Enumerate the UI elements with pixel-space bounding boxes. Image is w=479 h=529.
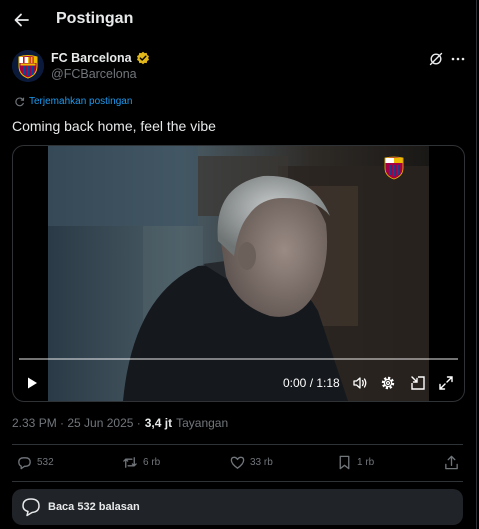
- barcelona-watermark: [384, 156, 404, 180]
- divider-top: [12, 444, 463, 445]
- picture-in-picture-button[interactable]: [409, 374, 427, 392]
- grok-button[interactable]: [428, 51, 444, 67]
- post-text: Coming back home, feel the vibe: [12, 118, 216, 134]
- repost-icon: [123, 457, 137, 468]
- video-time: 0:00 / 1:18: [283, 376, 340, 390]
- share-icon: [445, 455, 458, 470]
- volume-icon: [353, 377, 367, 389]
- barcelona-crest-logo: [12, 50, 44, 82]
- video-progress-bar[interactable]: [19, 358, 458, 360]
- volume-button[interactable]: [351, 374, 369, 392]
- author-handle[interactable]: @FCBarcelona: [51, 67, 137, 81]
- views-label: Tayangan: [176, 416, 229, 430]
- translate-icon: [15, 97, 25, 107]
- like-button[interactable]: 33 rb: [229, 454, 273, 471]
- reply-icon: [18, 457, 31, 470]
- read-replies-button[interactable]: Baca 532 balasan: [12, 489, 463, 525]
- fullscreen-button[interactable]: [437, 374, 455, 392]
- grok-icon: [429, 52, 443, 66]
- bookmark-icon: [339, 455, 350, 470]
- fullscreen-icon: [439, 376, 453, 390]
- repost-button[interactable]: 6 rb: [121, 454, 160, 471]
- settings-icon: [381, 376, 395, 390]
- repost-count: 6 rb: [143, 457, 161, 468]
- verified-badge-icon: [136, 51, 149, 65]
- reply-count: 532: [37, 457, 54, 468]
- avatar[interactable]: [12, 50, 44, 82]
- author-name-row[interactable]: FC Barcelona: [51, 51, 150, 65]
- translate-link[interactable]: Terjemahkan postingan: [14, 96, 132, 107]
- picture-in-picture-icon: [411, 376, 425, 390]
- read-replies-label[interactable]: Baca 532 balasan: [48, 501, 140, 513]
- translate-label[interactable]: Terjemahkan postingan: [29, 96, 132, 107]
- divider-bottom: [12, 481, 463, 482]
- like-icon: [230, 456, 245, 469]
- column-border: [476, 0, 477, 529]
- video-frame[interactable]: [48, 146, 429, 401]
- top-bar: Postingan: [0, 0, 476, 40]
- share-button[interactable]: [443, 454, 460, 471]
- author-name[interactable]: FC Barcelona: [51, 51, 132, 65]
- reply-button[interactable]: 532: [16, 454, 54, 471]
- video-still-image: [48, 146, 429, 401]
- play-button[interactable]: [23, 374, 41, 392]
- play-icon: [28, 377, 37, 389]
- back-button[interactable]: [12, 10, 32, 30]
- bookmark-button[interactable]: 1 rb: [336, 454, 374, 471]
- chat-bubble-icon: [22, 498, 40, 517]
- video-player[interactable]: 0:00 / 1:18: [12, 145, 465, 402]
- settings-button[interactable]: [379, 374, 397, 392]
- more-button[interactable]: [450, 51, 466, 67]
- page-title: Postingan: [56, 10, 134, 27]
- back-arrow-icon: [14, 13, 29, 27]
- post-meta: 2.33 PM · 25 Jun 2025 · 3,4 jt Tayangan: [12, 416, 228, 430]
- like-count: 33 rb: [250, 457, 273, 468]
- views-count: 3,4 jt: [144, 416, 173, 430]
- post-timestamp[interactable]: 2.33 PM · 25 Jun 2025 ·: [12, 416, 141, 430]
- more-icon: [451, 57, 465, 61]
- bookmark-count: 1 rb: [357, 457, 375, 468]
